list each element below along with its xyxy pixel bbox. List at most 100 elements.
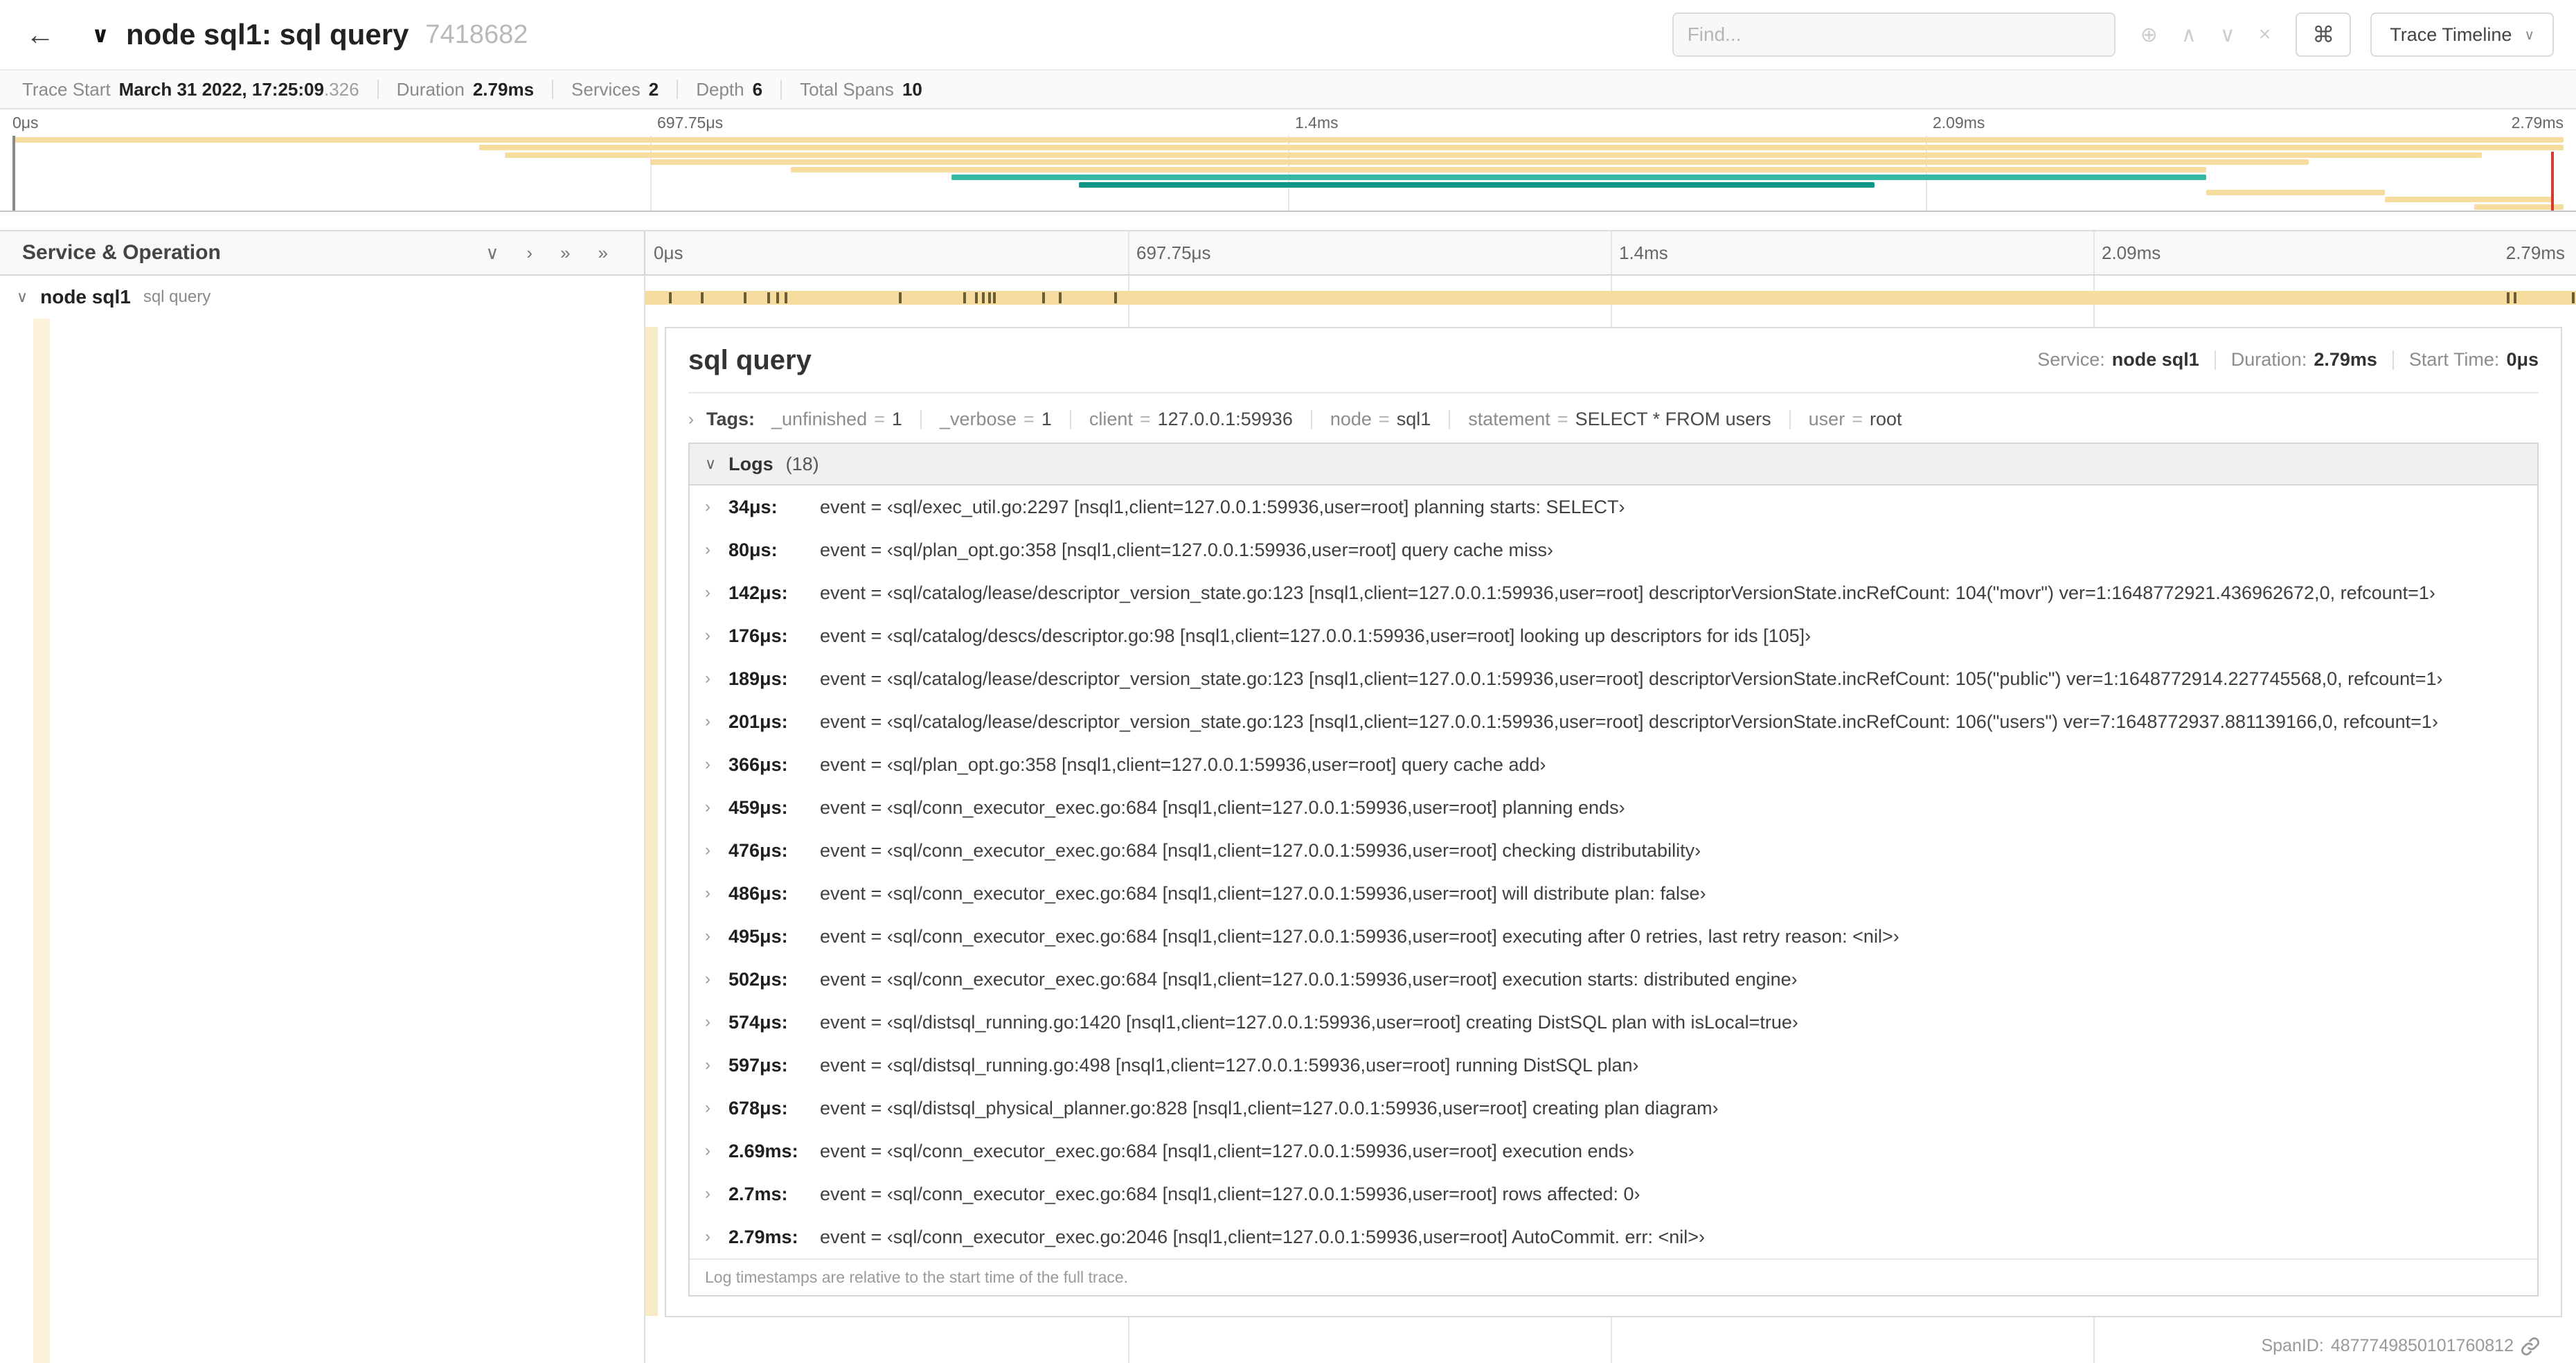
tag-key: _verbose xyxy=(939,409,1017,429)
log-timestamp: 176μs: xyxy=(728,625,788,646)
summary-label: Services xyxy=(571,78,641,100)
log-row[interactable]: › 2.7ms: event = ‹sql/conn_executor_exec.g… xyxy=(690,1173,2537,1215)
tag-key: statement xyxy=(1468,409,1550,429)
minimap-inner: 0μs 697.75μs 1.4ms 2.09ms 2.79ms xyxy=(12,109,2564,211)
link-icon[interactable] xyxy=(2521,1337,2540,1356)
search-focus-icon[interactable]: ⊕ xyxy=(2140,23,2158,47)
log-row[interactable]: › 678μs: event = ‹sql/distsql_physical_pla… xyxy=(690,1087,2537,1130)
collapse-one-icon[interactable]: ∨ xyxy=(485,242,499,264)
expand-all-icon[interactable]: » xyxy=(598,242,608,264)
span-log-marker xyxy=(701,292,704,303)
tag-item: statement = SELECT * FROM users xyxy=(1468,409,1771,430)
log-timestamp: 459μs: xyxy=(728,796,788,818)
chevron-down-icon[interactable]: ∨ xyxy=(17,288,28,306)
summary-item: Duration 2.79ms xyxy=(397,79,534,100)
tag-equals: = xyxy=(1023,409,1035,429)
span-name-row[interactable]: ∨ node sql1 sql query xyxy=(0,276,644,319)
log-row[interactable]: › 574μs: event = ‹sql/distsql_running.go:1… xyxy=(690,1001,2537,1044)
log-row[interactable]: › 34μs: event = ‹sql/exec_util.go:2297 [ns… xyxy=(690,485,2537,528)
trace-collapse-chevron-icon[interactable]: ∨ xyxy=(91,21,109,48)
minimap-canvas[interactable] xyxy=(12,136,2564,211)
summary-divider xyxy=(677,80,679,99)
minimap-cursor xyxy=(2550,152,2554,211)
log-message: event = ‹sql/conn_executor_exec.go:684 [… xyxy=(820,925,1899,947)
summary-label: Total Spans xyxy=(800,78,894,100)
chevron-down-icon: ∨ xyxy=(705,455,717,472)
log-row[interactable]: › 366μs: event = ‹sql/plan_opt.go:358 [nsq… xyxy=(690,743,2537,786)
span-operation-name: sql query xyxy=(143,287,211,306)
minimap-span-bar xyxy=(2206,189,2386,195)
minimap-tick-label: 2.79ms xyxy=(2511,114,2564,132)
minimap-span-bar xyxy=(505,152,2483,158)
span-log-marker xyxy=(898,292,902,303)
log-row[interactable]: › 176μs: event = ‹sql/catalog/descs/descri… xyxy=(690,614,2537,657)
timeline-minimap[interactable]: 0μs 697.75μs 1.4ms 2.09ms 2.79ms xyxy=(0,109,2576,212)
log-row[interactable]: › 495μs: event = ‹sql/conn_executor_exec.g… xyxy=(690,915,2537,958)
log-row[interactable]: › 201μs: event = ‹sql/catalog/lease/descri… xyxy=(690,700,2537,743)
timeline-header-row: Service & Operation ∨ › » » 0μs 697.75μs 1.4m… xyxy=(0,230,2576,276)
log-row[interactable]: › 459μs: event = ‹sql/conn_executor_exec.g… xyxy=(690,786,2537,829)
logs-header[interactable]: ∨ Logs (18) xyxy=(690,444,2537,485)
chevron-right-icon: › xyxy=(705,798,710,817)
tag-item: node = sql1 xyxy=(1330,409,1431,430)
chevron-right-icon: › xyxy=(688,409,694,429)
span-bar-row[interactable] xyxy=(645,276,2576,319)
span-log-marker xyxy=(669,292,672,303)
log-message: event = ‹sql/conn_executor_exec.go:684 [… xyxy=(820,968,1798,990)
chevron-down-icon: ∨ xyxy=(2524,27,2534,43)
log-message: event = ‹sql/distsql_running.go:498 [nsq… xyxy=(820,1054,1639,1076)
log-row[interactable]: › 486μs: event = ‹sql/conn_executor_exec.g… xyxy=(690,872,2537,915)
log-row[interactable]: › 80μs: event = ‹sql/plan_opt.go:358 [nsql… xyxy=(690,528,2537,571)
span-log-marker xyxy=(992,292,996,303)
log-row[interactable]: › 2.79ms: event = ‹sql/conn_executor_exec.… xyxy=(690,1215,2537,1258)
find-input[interactable] xyxy=(1672,12,2116,57)
timeline-column: sql query Service: node sql1 Duration: 2.79… xyxy=(645,276,2576,1363)
span-bar[interactable] xyxy=(645,291,2576,305)
span-log-marker xyxy=(987,292,991,303)
log-rows: › 34μs: event = ‹sql/exec_util.go:2297 [ns… xyxy=(690,485,2537,1258)
timeline-ruler: 0μs 697.75μs 1.4ms 2.09ms 2.79ms xyxy=(645,231,2576,274)
keyboard-shortcuts-button[interactable]: ⌘ xyxy=(2296,12,2352,57)
summary-value: 6 xyxy=(752,78,763,100)
collapse-all-icon[interactable]: » xyxy=(560,242,570,264)
prev-result-icon[interactable]: ∧ xyxy=(2181,23,2197,47)
summary-label: Depth xyxy=(696,78,744,100)
minimap-span-bar xyxy=(650,159,2309,166)
tag-value: 1 xyxy=(891,409,902,429)
log-row[interactable]: › 142μs: event = ‹sql/catalog/lease/descri… xyxy=(690,571,2537,614)
view-selector-button[interactable]: Trace Timeline ∨ xyxy=(2370,12,2554,57)
log-timestamp: 201μs: xyxy=(728,711,788,732)
next-result-icon[interactable]: ∨ xyxy=(2220,23,2235,47)
timeline-header-left: Service & Operation ∨ › » » xyxy=(0,231,645,274)
span-log-marker xyxy=(1058,292,1062,303)
divider xyxy=(688,392,2539,393)
back-button[interactable]: ← xyxy=(0,18,80,51)
tags-accordion[interactable]: › Tags: _unfinished = 1 _verbose = 1 client = 12… xyxy=(688,402,2539,443)
log-message: event = ‹sql/plan_opt.go:358 [nsql1,clie… xyxy=(820,754,1546,775)
tag-divider xyxy=(1449,409,1451,429)
log-timestamp: 495μs: xyxy=(728,925,788,947)
minimap-left-scrubber[interactable] xyxy=(12,136,15,211)
log-timestamp: 142μs: xyxy=(728,582,788,603)
log-row[interactable]: › 476μs: event = ‹sql/conn_executor_exec.g… xyxy=(690,829,2537,872)
ruler-tick-label: 1.4ms xyxy=(1619,242,1668,263)
log-row[interactable]: › 189μs: event = ‹sql/catalog/lease/descri… xyxy=(690,657,2537,700)
log-row[interactable]: › 2.69ms: event = ‹sql/conn_executor_exec.… xyxy=(690,1130,2537,1173)
tag-divider xyxy=(1789,409,1791,429)
log-timestamp: 366μs: xyxy=(728,754,788,775)
summary-label: Trace Start xyxy=(22,78,111,100)
tag-divider xyxy=(1310,409,1312,429)
chevron-right-icon: › xyxy=(705,540,710,559)
span-detail-meta: Service: node sql1 Duration: 2.79ms Start Ti… xyxy=(2037,349,2539,371)
log-message: event = ‹sql/conn_executor_exec.go:684 [… xyxy=(820,796,1625,818)
chevron-right-icon: › xyxy=(705,626,710,645)
clear-search-icon[interactable]: × xyxy=(2259,23,2271,46)
summary-value: 2.79ms xyxy=(472,78,535,100)
log-row[interactable]: › 502μs: event = ‹sql/conn_executor_exec.g… xyxy=(690,958,2537,1001)
summary-item: Depth 6 xyxy=(696,79,762,100)
chevron-right-icon: › xyxy=(705,1184,710,1203)
meta-value: 0μs xyxy=(2506,349,2539,370)
chevron-right-icon: › xyxy=(705,755,710,774)
log-row[interactable]: › 597μs: event = ‹sql/distsql_running.go:4… xyxy=(690,1044,2537,1087)
expand-one-icon[interactable]: › xyxy=(526,242,533,264)
